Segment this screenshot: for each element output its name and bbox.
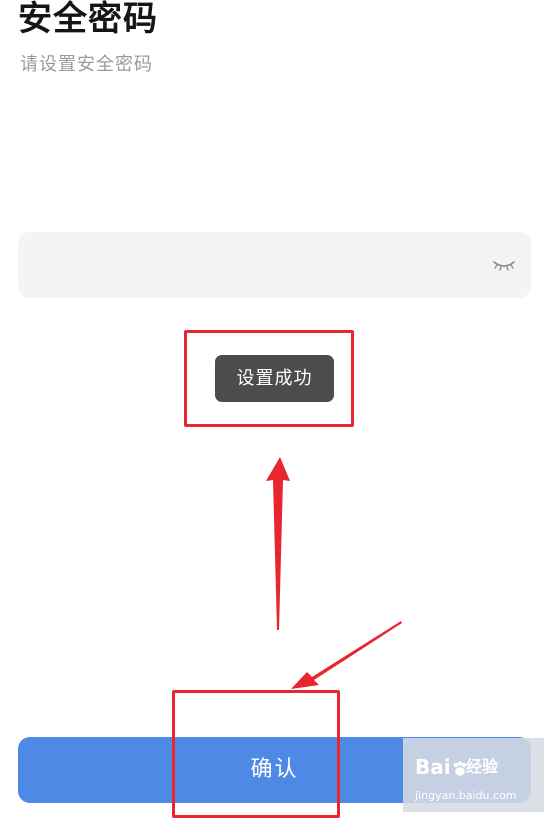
password-field[interactable] <box>18 232 531 298</box>
password-input[interactable] <box>18 232 478 298</box>
annotation-arrow-diagonal <box>291 621 402 689</box>
success-toast: 设置成功 <box>215 355 334 402</box>
annotation-arrow-up <box>266 457 290 630</box>
page-subtitle: 请设置安全密码 <box>20 54 153 75</box>
confirm-button[interactable]: 确认 <box>18 737 531 803</box>
annotation-arrows <box>266 457 402 689</box>
eye-closed-icon[interactable] <box>491 255 517 275</box>
security-password-screen: 安全密码 请设置安全密码 设置成功 确认 Bai 经验 jingyan.baid… <box>0 0 544 821</box>
page-title: 安全密码 <box>18 0 158 39</box>
